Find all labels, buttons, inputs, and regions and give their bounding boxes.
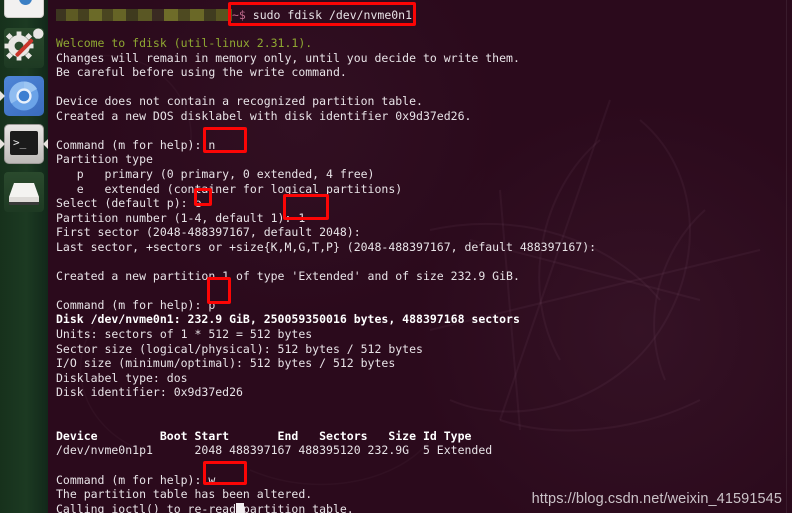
launcher-selection-arrow-right <box>43 139 48 149</box>
terminal-line: Partition number (1-4, default 1): 1 <box>56 210 306 225</box>
terminal-line: p primary (0 primary, 0 extended, 4 free… <box>56 166 375 181</box>
terminal-line: Command (m for help): p <box>56 297 216 312</box>
terminal-line: Welcome to fdisk (util-linux 2.31.1). <box>56 36 313 50</box>
chromium-glyph <box>9 81 39 111</box>
highlight-e <box>194 188 212 206</box>
gear-wrench-glyph <box>4 28 44 61</box>
terminal-line: Last sector, +sectors or +size{K,M,G,T,P… <box>56 239 603 254</box>
launcher-running-arrow-left <box>0 91 5 101</box>
chromium-icon[interactable] <box>4 76 44 116</box>
terminal-line: Be careful before using the write comman… <box>56 65 347 80</box>
terminal-line: I/O size (minimum/optimal): 512 bytes / … <box>56 356 396 371</box>
terminal-line: Command (m for help): n <box>56 137 216 152</box>
watermark: https://blog.csdn.net/weixin_41591545 <box>531 491 782 507</box>
terminal-text-area[interactable]: nvme0 nvme0n1 ~$ sudo fdisk /dev/nvme0n1… <box>48 0 792 513</box>
disk-glyph <box>9 183 39 205</box>
highlight-w <box>203 461 247 485</box>
files-icon[interactable] <box>4 0 44 18</box>
terminal-line: Select (default p): e <box>56 196 202 211</box>
terminal-icon-prompt: >_ <box>13 136 27 149</box>
terminal-line: Calling ioctl() to re-read partition tab… <box>56 501 354 513</box>
terminal-line: Created a new partition 1 of type 'Exten… <box>56 268 520 283</box>
files-icon-dot <box>19 0 32 5</box>
terminal-line: Changes will remain in memory only, unti… <box>56 50 520 65</box>
terminal-line: Device Boot Start End Sectors Size Id Ty… <box>56 428 472 443</box>
redacted-prompt <box>56 9 232 21</box>
terminal-line: Sector size (logical/physical): 512 byte… <box>56 341 423 356</box>
terminal-line: First sector (2048-488397167, default 20… <box>56 225 368 240</box>
terminal-line: Units: sectors of 1 * 512 = 512 bytes <box>56 327 313 341</box>
text-cursor <box>236 503 244 513</box>
highlight-p <box>207 277 231 304</box>
terminal-line: Disklabel type: dos <box>56 370 188 385</box>
terminal-line: /dev/nvme0n1p1 2048 488397167 488395120 … <box>56 443 493 458</box>
terminal-icon[interactable]: >_ <box>4 124 44 164</box>
highlight-n <box>203 127 247 153</box>
terminal-line: Created a new DOS disklabel with disk id… <box>56 108 472 123</box>
window-right-edge <box>786 0 787 513</box>
terminal-line: Command (m for help): w <box>56 472 216 487</box>
highlight-command <box>228 2 416 26</box>
terminal-line: Partition type <box>56 152 153 167</box>
terminal-line: Disk /dev/nvme0n1: 232.9 GiB, 2500593500… <box>56 312 520 327</box>
terminal-line: Disk identifier: 0x9d37ed26 <box>56 385 243 400</box>
highlight-partnum <box>283 194 329 220</box>
unity-launcher: >_ <box>0 0 48 513</box>
system-settings-icon[interactable] <box>4 28 44 68</box>
terminal-line: Device does not contain a recognized par… <box>56 94 423 109</box>
disk-icon[interactable] <box>4 172 44 212</box>
screen: >_ nvme0 nvme0n1 ~$ sudo fdisk /dev/nvme… <box>0 0 792 513</box>
terminal-line: e extended (container for logical partit… <box>56 181 403 196</box>
launcher-selection-arrow-left <box>0 139 5 149</box>
terminal-line: The partition table has been altered. <box>56 487 313 502</box>
